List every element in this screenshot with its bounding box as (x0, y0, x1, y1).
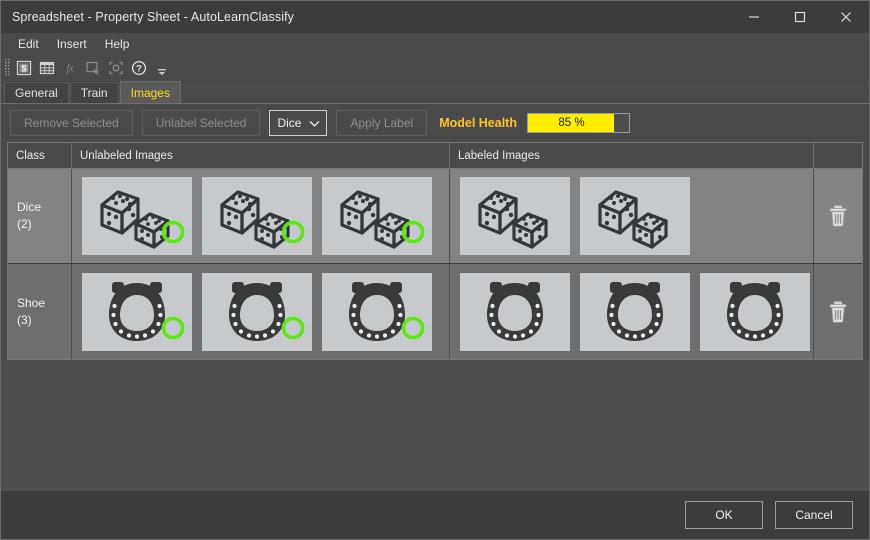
window-title: Spreadsheet - Property Sheet - AutoLearn… (12, 10, 294, 24)
trash-icon (827, 300, 849, 324)
confidence-ring-icon (160, 315, 186, 341)
unlabeled-image-thumbnail[interactable] (202, 177, 312, 255)
table-row[interactable]: Shoe (3) (8, 264, 862, 359)
menu-item-edit[interactable]: Edit (10, 35, 47, 54)
svg-text:fx: fx (66, 64, 74, 75)
property-sheet-window: Spreadsheet - Property Sheet - AutoLearn… (0, 0, 870, 540)
column-header-class[interactable]: Class (8, 143, 72, 168)
toolbar-overflow-button[interactable] (155, 57, 169, 79)
function-fx-icon: fx (61, 59, 79, 77)
model-health-value: 85 % (528, 117, 629, 129)
tab-train[interactable]: Train (70, 82, 119, 103)
ok-button[interactable]: OK (685, 501, 763, 529)
confidence-ring-icon (280, 219, 306, 245)
menubar: Edit Insert Help (1, 33, 869, 55)
dialog-footer: OK Cancel (1, 491, 869, 539)
titlebar: Spreadsheet - Property Sheet - AutoLearn… (1, 1, 869, 33)
column-header-delete (814, 143, 862, 168)
chevron-down-icon (309, 120, 320, 127)
class-name: Shoe (17, 295, 45, 312)
minimize-button[interactable] (731, 1, 777, 33)
unlabeled-image-thumbnail[interactable] (82, 273, 192, 351)
class-select-value: Dice (277, 116, 301, 130)
fit-region-button[interactable] (105, 57, 127, 79)
help-question-button[interactable]: ? (128, 57, 150, 79)
class-count: (3) (17, 312, 32, 329)
menu-item-insert[interactable]: Insert (49, 35, 95, 54)
table-grid-icon (38, 59, 56, 77)
apply-label-button[interactable]: Apply Label (336, 110, 427, 136)
select-region-icon (84, 59, 102, 77)
delete-class-button[interactable] (814, 264, 862, 359)
delete-class-button[interactable] (814, 169, 862, 263)
class-cell: Shoe (3) (8, 264, 72, 359)
confidence-ring-icon (160, 219, 186, 245)
class-cell: Dice (2) (8, 169, 72, 263)
class-name: Dice (17, 199, 41, 216)
minimize-icon (748, 11, 760, 23)
toolbar: $ fx (1, 55, 869, 82)
labeled-images-cell (450, 264, 814, 359)
drag-grip-icon (5, 59, 10, 77)
column-header-labeled-images[interactable]: Labeled Images (450, 143, 814, 168)
function-fx-button[interactable]: fx (59, 57, 81, 79)
tab-images[interactable]: Images (120, 81, 181, 103)
maximize-icon (794, 11, 806, 23)
help-question-icon: ? (130, 59, 148, 77)
action-bar: Remove Selected Unlabel Selected Dice Ap… (1, 104, 869, 142)
class-select[interactable]: Dice (269, 110, 327, 136)
fit-region-icon (107, 59, 125, 77)
toolbar-overflow-icon (157, 68, 167, 76)
close-button[interactable] (823, 1, 869, 33)
trash-icon (827, 204, 849, 228)
toolbar-drag-grip[interactable] (4, 58, 11, 78)
menu-item-help[interactable]: Help (97, 35, 138, 54)
labeled-image-thumbnail[interactable] (700, 273, 810, 351)
table-row[interactable]: Dice (2) (8, 169, 862, 264)
labeled-image-thumbnail[interactable] (460, 273, 570, 351)
labeled-image-thumbnail[interactable] (460, 177, 570, 255)
labeled-image-thumbnail[interactable] (580, 273, 690, 351)
model-health-label: Model Health (439, 116, 517, 130)
empty-area (1, 360, 869, 491)
unlabel-selected-button[interactable]: Unlabel Selected (142, 110, 261, 136)
confidence-ring-icon (280, 315, 306, 341)
confidence-ring-icon (400, 219, 426, 245)
svg-text:$: $ (21, 64, 27, 75)
column-header-unlabeled-images[interactable]: Unlabeled Images (72, 143, 450, 168)
unlabeled-image-thumbnail[interactable] (82, 177, 192, 255)
unlabeled-images-cell (72, 264, 450, 359)
unlabeled-image-thumbnail[interactable] (322, 273, 432, 351)
cancel-button[interactable]: Cancel (775, 501, 853, 529)
remove-selected-button[interactable]: Remove Selected (10, 110, 133, 136)
window-controls (731, 1, 869, 33)
unlabeled-image-thumbnail[interactable] (202, 273, 312, 351)
spreadsheet-currency-icon: $ (15, 59, 33, 77)
spreadsheet-currency-button[interactable]: $ (13, 57, 35, 79)
table-header-row: Class Unlabeled Images Labeled Images (8, 143, 862, 169)
tabstrip: General Train Images (1, 82, 869, 104)
maximize-button[interactable] (777, 1, 823, 33)
confidence-ring-icon (400, 315, 426, 341)
select-region-button[interactable] (82, 57, 104, 79)
table-grid-button[interactable] (36, 57, 58, 79)
tab-general[interactable]: General (4, 82, 69, 103)
class-count: (2) (17, 216, 32, 233)
labeled-image-thumbnail[interactable] (580, 177, 690, 255)
images-table: Class Unlabeled Images Labeled Images Di… (7, 142, 863, 360)
unlabeled-images-cell (72, 169, 450, 263)
svg-text:?: ? (136, 64, 142, 75)
model-health-progressbar: 85 % (527, 113, 630, 133)
close-icon (840, 11, 852, 23)
labeled-images-cell (450, 169, 814, 263)
unlabeled-image-thumbnail[interactable] (322, 177, 432, 255)
